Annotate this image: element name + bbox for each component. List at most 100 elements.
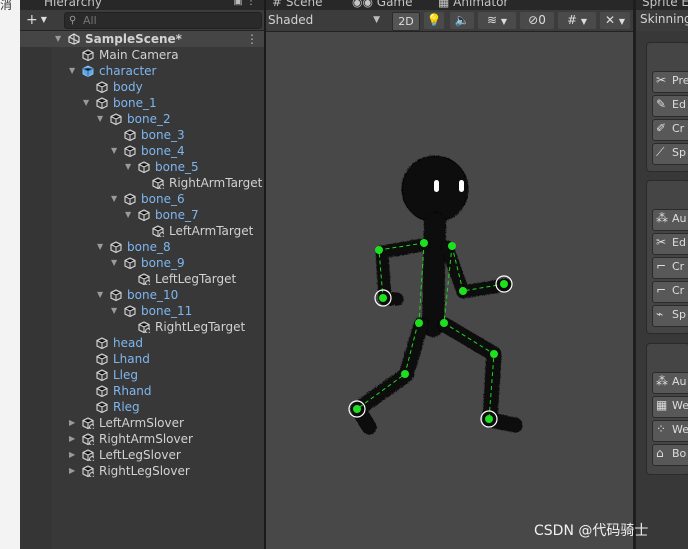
hierarchy-item[interactable]: Rleg	[20, 399, 264, 415]
auto-weights-icon: ⁂	[656, 374, 668, 388]
hierarchy-item[interactable]: bone_3	[20, 127, 264, 143]
cube-icon	[82, 49, 94, 61]
lightbulb-icon: 💡	[426, 13, 442, 27]
hierarchy-item[interactable]: ▼ bone_7	[20, 207, 264, 223]
hierarchy-item[interactable]: Rhand	[20, 383, 264, 399]
chevron-down-icon[interactable]: ▼	[69, 63, 79, 79]
shading-mode-dropdown[interactable]: Shaded ▼	[268, 12, 384, 29]
chevron-down-icon[interactable]: ▼	[97, 239, 107, 255]
search-input[interactable]	[83, 13, 253, 28]
cube-icon	[138, 161, 150, 173]
skinning-tool-button[interactable]: ⌐ Cr	[652, 281, 688, 303]
hierarchy-item[interactable]: LeftLegTarget	[20, 271, 264, 287]
chevron-right-icon[interactable]: ▶	[69, 447, 79, 463]
hierarchy-item[interactable]: ▼ bone_8	[20, 239, 264, 255]
hidden-objects-toggle[interactable]: ⊘0	[520, 12, 554, 29]
scene-canvas[interactable]	[266, 32, 633, 549]
toggle-2d-button[interactable]: 2D	[392, 12, 420, 31]
hierarchy-item[interactable]: RightArmTarget	[20, 175, 264, 191]
skinning-tool-button[interactable]: ▦ We	[652, 396, 688, 418]
edit-bone-icon: ✎	[656, 97, 667, 111]
hierarchy-item[interactable]: ▶ LeftLegSlover	[20, 447, 264, 463]
hierarchy-item[interactable]: LeftArmTarget	[20, 223, 264, 239]
chevron-down-icon[interactable]: ▼	[125, 207, 135, 223]
chevron-down-icon[interactable]: ▼	[111, 303, 121, 319]
sprite-editor-tab[interactable]: Sprite Ed	[636, 0, 688, 10]
hierarchy-item[interactable]: ▼ character	[20, 63, 264, 79]
skinning-tool-button[interactable]: ✐ Cr	[652, 119, 688, 141]
gear-cube-icon	[82, 433, 94, 445]
hierarchy-item[interactable]: ▼ bone_1	[20, 95, 264, 111]
tool-label: Au	[672, 375, 687, 388]
chevron-down-icon[interactable]: ▼	[111, 255, 121, 271]
skinning-tool-button[interactable]: ⌁ Sp	[652, 305, 688, 327]
chevron-down-icon[interactable]: ▼	[111, 143, 121, 159]
hierarchy-item[interactable]: Lleg	[20, 367, 264, 383]
hierarchy-item[interactable]: body	[20, 79, 264, 95]
hierarchy-item-label: RightArmSlover	[99, 432, 193, 446]
hierarchy-item[interactable]: ▼ bone_10	[20, 287, 264, 303]
skinning-label[interactable]: Skinning	[640, 12, 688, 26]
cube-icon	[96, 337, 108, 349]
hierarchy-item[interactable]: ▼ bone_11	[20, 303, 264, 319]
skinning-tool-button[interactable]: ⁂ Au	[652, 209, 688, 231]
hierarchy-item[interactable]: ▶ RightArmSlover	[20, 431, 264, 447]
lock-menu-icon[interactable]: ▣ ⋮	[233, 0, 256, 7]
effects-toggle[interactable]: ≋ ▼	[478, 12, 516, 29]
chevron-down-icon[interactable]: ▼	[55, 31, 65, 47]
tool-label: Cr	[672, 122, 685, 135]
hierarchy-item[interactable]: ▶ RightLegSlover	[20, 463, 264, 479]
tool-label: Pre	[672, 74, 688, 87]
skinning-tool-button[interactable]: ⌂ Bo	[652, 444, 688, 466]
grid-snap-toggle[interactable]: # ▼	[558, 12, 596, 29]
tab-scene[interactable]: # Scene	[272, 0, 322, 9]
tab-game[interactable]: ◉◉ Game	[352, 0, 413, 9]
add-object-button[interactable]: + ▼	[26, 11, 52, 29]
hierarchy-item[interactable]: ▼ bone_9	[20, 255, 264, 271]
tool-label: Ed	[672, 98, 686, 111]
hierarchy-item[interactable]: ▼ bone_4	[20, 143, 264, 159]
gear-cube-icon	[138, 273, 150, 285]
skinning-tool-button[interactable]: ⟋ Sp	[652, 143, 688, 165]
gear-cube-icon	[82, 465, 94, 477]
hierarchy-item[interactable]: Main Camera	[20, 47, 264, 63]
chevron-down-icon[interactable]: ▼	[97, 287, 107, 303]
stickman-sprite[interactable]	[266, 32, 633, 549]
chevron-down-icon: ▼	[500, 17, 508, 26]
scene-row[interactable]: ▼ SampleScene* ⋮	[20, 31, 264, 47]
animator-icon: ▦	[438, 0, 450, 9]
hierarchy-search[interactable]: ⚲	[64, 12, 262, 29]
chevron-down-icon[interactable]: ▼	[97, 111, 107, 127]
audio-toggle[interactable]: 🔈	[450, 12, 474, 29]
tools-toggle[interactable]: ✕ ▼	[600, 12, 630, 29]
chevron-right-icon[interactable]: ▶	[69, 463, 79, 479]
chevron-down-icon[interactable]: ▼	[111, 191, 121, 207]
weight-brush-icon: ⁘	[656, 422, 667, 436]
skinning-tool-button[interactable]: ⁘ We	[652, 420, 688, 442]
hierarchy-item-label: head	[113, 336, 143, 350]
hierarchy-item-label: RightLegSlover	[99, 464, 190, 478]
scene-menu-icon[interactable]: ⋮	[246, 31, 258, 47]
skinning-tool-button[interactable]: ⁂ Au	[652, 372, 688, 394]
skinning-tool-button[interactable]: ✎ Ed	[652, 95, 688, 117]
hierarchy-item[interactable]: ▼ bone_2	[20, 111, 264, 127]
skinning-tool-button[interactable]: ⌐ Cr	[652, 257, 688, 279]
hierarchy-item-label: Lhand	[113, 352, 150, 366]
skinning-tool-button[interactable]: ✂ Pre	[652, 71, 688, 93]
skinning-tool-button[interactable]: ✂ Ed	[652, 233, 688, 255]
chevron-down-icon[interactable]: ▼	[83, 95, 93, 111]
hierarchy-tab[interactable]: Hierarchy ▣ ⋮	[20, 0, 264, 10]
hierarchy-item[interactable]: ▼ bone_5	[20, 159, 264, 175]
hierarchy-item-label: Rhand	[113, 384, 152, 398]
chevron-right-icon[interactable]: ▶	[69, 415, 79, 431]
grid-icon: #	[272, 0, 283, 9]
hierarchy-item[interactable]: ▼ bone_6	[20, 191, 264, 207]
hierarchy-item[interactable]: RightLegTarget	[20, 319, 264, 335]
hierarchy-item[interactable]: ▶ LeftArmSlover	[20, 415, 264, 431]
lighting-toggle[interactable]: 💡	[424, 12, 444, 29]
hierarchy-item[interactable]: head	[20, 335, 264, 351]
hierarchy-item[interactable]: Lhand	[20, 351, 264, 367]
chevron-down-icon[interactable]: ▼	[125, 159, 135, 175]
chevron-right-icon[interactable]: ▶	[69, 431, 79, 447]
tab-animator[interactable]: ▦ Animator	[438, 0, 508, 9]
